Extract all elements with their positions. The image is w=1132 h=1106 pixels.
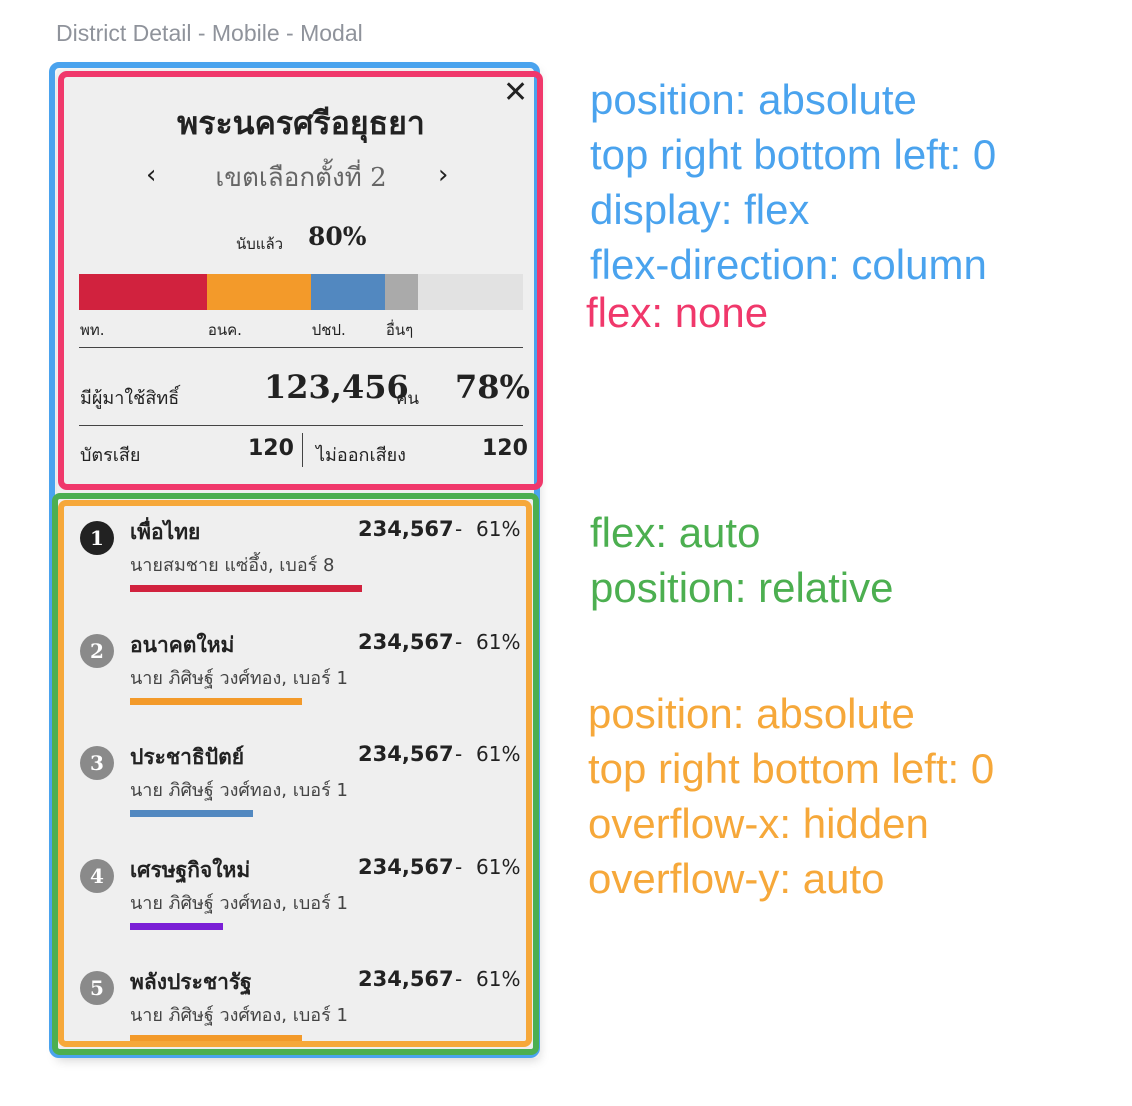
annotation-line: flex: auto	[590, 509, 761, 556]
annotation-line: position: absolute	[590, 76, 917, 123]
annotation-header: flex: none	[586, 285, 768, 340]
annotation-line: flex-direction: column	[590, 241, 987, 288]
annotation-line: overflow-x: hidden	[588, 800, 929, 847]
annotation-line: top right bottom left: 0	[588, 745, 995, 792]
scroll-area-outline	[58, 500, 532, 1047]
annotation-line: overflow-y: auto	[588, 855, 885, 902]
annotation-modal: position: absolute top right bottom left…	[590, 72, 996, 292]
header-outline	[58, 71, 543, 490]
annotation-body: flex: auto position: relative	[590, 505, 894, 615]
annotation-line: top right bottom left: 0	[590, 131, 997, 178]
annotation-line: position: relative	[590, 564, 894, 611]
annotation-scroll: position: absolute top right bottom left…	[588, 686, 994, 906]
page-label: District Detail - Mobile - Modal	[56, 20, 363, 46]
annotation-line: position: absolute	[588, 690, 915, 737]
annotation-line: display: flex	[590, 186, 810, 233]
annotation-line: flex: none	[586, 289, 769, 336]
